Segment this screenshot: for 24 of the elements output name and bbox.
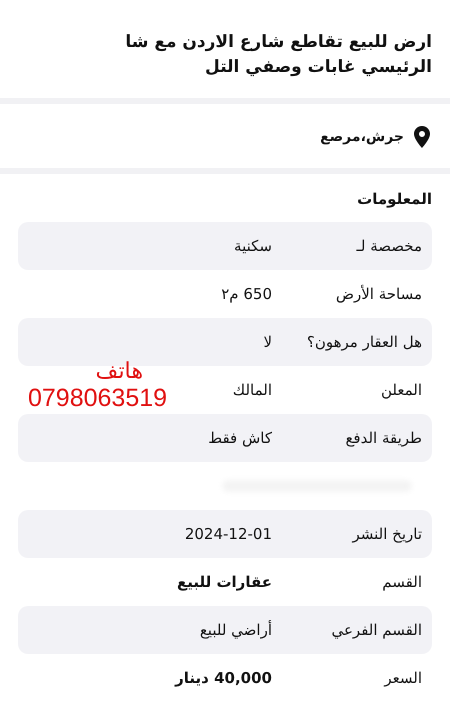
field-value: 650 م٢ [221, 285, 272, 303]
location-pin-icon [414, 126, 430, 148]
field-value: سكنية [234, 237, 272, 255]
field-label: مخصصة لـ [355, 237, 422, 255]
field-label: طريقة الدفع [344, 429, 422, 447]
field-label: مساحة الأرض [334, 285, 422, 303]
field-label: القسم الفرعي [330, 621, 422, 639]
field-label: هل العقار مرهون؟ [306, 333, 422, 351]
field-value: 40,000 دينار [175, 669, 272, 687]
field-label: القسم [381, 573, 422, 591]
location-text: جرش،مرصع [320, 129, 404, 145]
phone-label: هاتف [96, 358, 144, 384]
section-title: المعلومات [356, 189, 433, 210]
field-label: السعر [382, 669, 422, 687]
listing-title: ارض للبيع تقاطع شارع الاردن مع شا الرئيسي غابات وصفي التل [124, 31, 432, 79]
field-value: 2024-12-01 [184, 525, 272, 543]
field-value: عقارات للبيع [177, 573, 272, 591]
field-value: كاش فقط [208, 429, 272, 447]
field-label: المعلن [380, 381, 422, 399]
field-value: لا [263, 333, 272, 351]
field-value: المالك [232, 381, 272, 399]
phone-number: 0798063519 [28, 384, 168, 413]
field-value: أراضي للبيع [200, 621, 272, 639]
field-label: تاريخ النشر [350, 525, 422, 543]
